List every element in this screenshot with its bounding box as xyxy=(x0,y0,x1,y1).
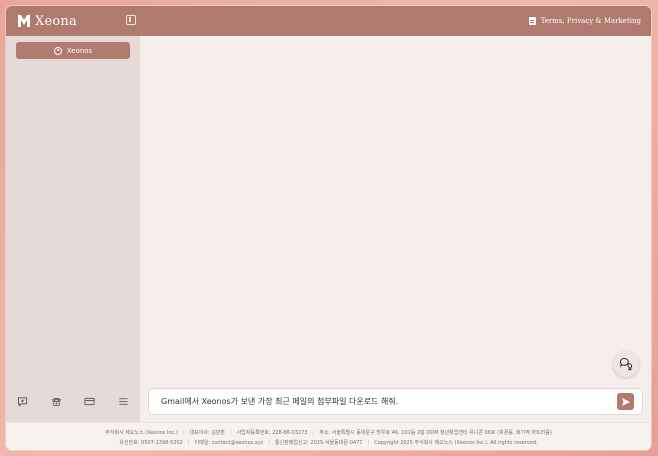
footer-separator: | xyxy=(182,430,185,436)
footer-phone: 유선번호: 0507-1398-5302 xyxy=(119,440,183,446)
new-chat-icon[interactable] xyxy=(17,395,29,407)
card-icon[interactable] xyxy=(84,395,96,407)
chat-area: Gmail에서 Xeonos가 보낸 가장 최근 메일의 첨부파일 다운로드 해… xyxy=(140,36,651,422)
footer-business-number: 사업자등록번호: 228-86-03273 xyxy=(236,430,308,436)
footer-line-2: 유선번호: 0507-1398-5302 | 이메일: contact@xeonos… xyxy=(6,439,651,447)
phone-icon[interactable] xyxy=(50,395,62,407)
message-input[interactable]: Gmail에서 Xeonos가 보낸 가장 최근 메일의 첨부파일 다운로드 해… xyxy=(148,388,643,415)
xeona-logo-icon xyxy=(18,15,30,27)
user-icon xyxy=(53,46,62,55)
footer-separator: | xyxy=(312,430,315,436)
sidebar: Xeonos xyxy=(6,36,140,422)
footer-ceo: 대표이사: 김양훈 xyxy=(189,430,225,436)
send-button[interactable] xyxy=(617,393,634,410)
footer-line-1: 주식회사 제오노스 (Xeonos Inc.) | 대표이사: 김양훈 | 사업자등록번… xyxy=(6,429,651,437)
user-button[interactable]: Xeonos xyxy=(16,42,130,59)
logo[interactable]: Xeona xyxy=(17,14,77,29)
footer: 주식회사 제오노스 (Xeonos Inc.) | 대표이사: 김양훈 | 사업자등록번… xyxy=(6,422,651,450)
chat-support-button[interactable] xyxy=(613,351,639,377)
brand-name: Xeona xyxy=(35,13,77,29)
footer-separator: | xyxy=(268,440,270,446)
terms-label: Terms, Privacy & Marketing xyxy=(540,17,641,25)
footer-company: 주식회사 제오노스 (Xeonos Inc.) xyxy=(105,430,178,436)
footer-copyright: Copyright 2025 주식회사 제오노스 (Xeonos Inc.). … xyxy=(374,440,538,446)
footer-separator: | xyxy=(367,440,370,446)
user-label: Xeonos xyxy=(66,46,93,55)
message-input-value[interactable]: Gmail에서 Xeonos가 보낸 가장 최근 메일의 첨부파일 다운로드 해… xyxy=(161,389,398,414)
menu-icon[interactable] xyxy=(117,395,129,407)
document-icon xyxy=(528,17,536,25)
top-bar: Xeona Terms, Privacy & Marketing xyxy=(6,6,651,36)
footer-ecommerce-registration: 통신판매업신고: 2025-서울동대문-0477 xyxy=(274,440,363,446)
footer-address: 주소: 서울특별시 동대문구 망우로 46, 101동 2층 DDM 청년창업센… xyxy=(319,430,552,436)
footer-separator: | xyxy=(187,440,190,446)
app-window: Xeona Terms, Privacy & Marketing Xeonos xyxy=(6,6,651,450)
chat-bubbles-icon xyxy=(619,357,633,371)
sidebar-toggle-icon[interactable] xyxy=(126,15,136,25)
send-icon xyxy=(621,397,630,406)
sidebar-actions xyxy=(6,393,140,409)
footer-separator: | xyxy=(230,430,232,436)
terms-link[interactable]: Terms, Privacy & Marketing xyxy=(528,6,641,36)
footer-email: 이메일: contact@xeonos.xyz xyxy=(194,440,264,446)
